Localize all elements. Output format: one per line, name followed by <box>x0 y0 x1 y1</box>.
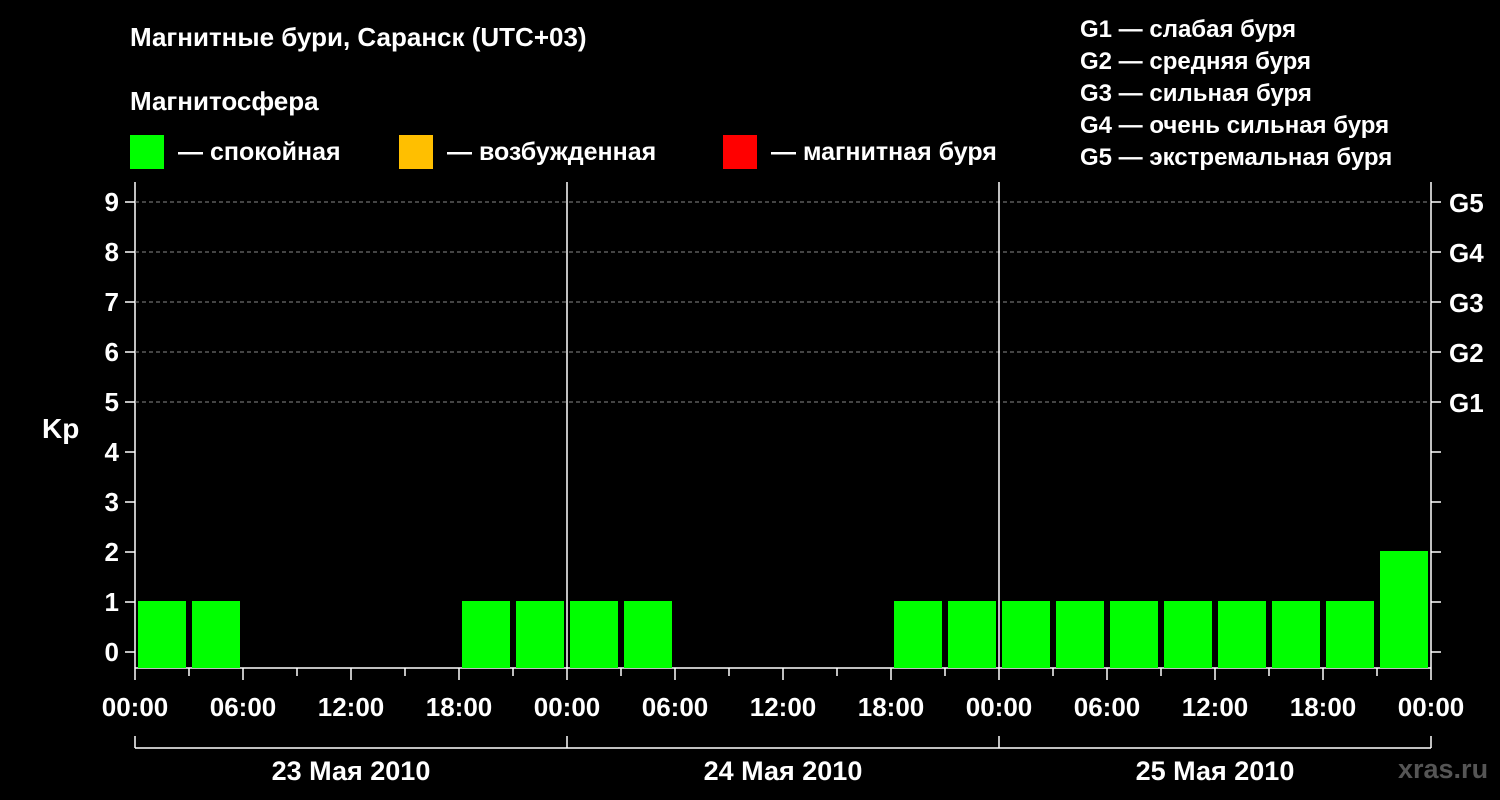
y-tick-label: 6 <box>105 337 119 367</box>
y-tick-label: 2 <box>105 537 119 567</box>
y-tick-label: 0 <box>105 637 119 667</box>
site-watermark: xras.ru <box>1398 754 1489 784</box>
g-scale-label: G4 <box>1449 238 1484 268</box>
kp-bar <box>1164 601 1212 668</box>
g-scale-label: G1 <box>1449 388 1484 418</box>
kp-bar <box>1218 601 1266 668</box>
x-tick-label: 18:00 <box>1290 692 1357 722</box>
x-tick-label: 18:00 <box>858 692 925 722</box>
kp-bar <box>894 601 942 668</box>
x-tick-label: 06:00 <box>642 692 709 722</box>
kp-chart: 0 1 2 3 4 5 6 7 8 9 G1 G2 G3 G4 G5 Kp 00:00 06:00 12:00 18:… <box>42 182 1484 786</box>
x-tick-label: 06:00 <box>210 692 277 722</box>
kp-bar <box>462 601 510 668</box>
kp-bar <box>1056 601 1104 668</box>
kp-bar <box>948 601 996 668</box>
y-tick-label: 8 <box>105 237 119 267</box>
day-label: 25 Мая 2010 <box>1136 756 1295 786</box>
kp-bar <box>1110 601 1158 668</box>
x-tick-label: 12:00 <box>1182 692 1249 722</box>
kp-bar <box>516 601 564 668</box>
kp-bar <box>1002 601 1050 668</box>
y-axis-label: Kp <box>42 413 79 444</box>
g-scale-label: G5 <box>1449 188 1484 218</box>
x-tick-label: 00:00 <box>1398 692 1465 722</box>
y-tick-label: 9 <box>105 187 119 217</box>
x-tick-label: 12:00 <box>750 692 817 722</box>
x-tick-label: 00:00 <box>966 692 1033 722</box>
day-label: 23 Мая 2010 <box>272 756 431 786</box>
kp-bar <box>624 601 672 668</box>
x-tick-label: 06:00 <box>1074 692 1141 722</box>
day-label: 24 Мая 2010 <box>704 756 863 786</box>
y-tick-label: 4 <box>105 437 120 467</box>
kp-bar <box>1272 601 1320 668</box>
kp-bar <box>192 601 240 668</box>
kp-bar <box>570 601 618 668</box>
kp-bar <box>138 601 186 668</box>
x-tick-label: 00:00 <box>102 692 169 722</box>
x-tick-label: 12:00 <box>318 692 385 722</box>
g-scale-label: G2 <box>1449 338 1484 368</box>
y-tick-label: 5 <box>105 387 119 417</box>
g-scale-label: G3 <box>1449 288 1484 318</box>
x-tick-label: 00:00 <box>534 692 601 722</box>
y-tick-label: 7 <box>105 287 119 317</box>
kp-bar <box>1326 601 1374 668</box>
y-tick-label: 3 <box>105 487 119 517</box>
y-tick-label: 1 <box>105 587 119 617</box>
x-tick-label: 18:00 <box>426 692 493 722</box>
kp-bar <box>1380 551 1428 668</box>
